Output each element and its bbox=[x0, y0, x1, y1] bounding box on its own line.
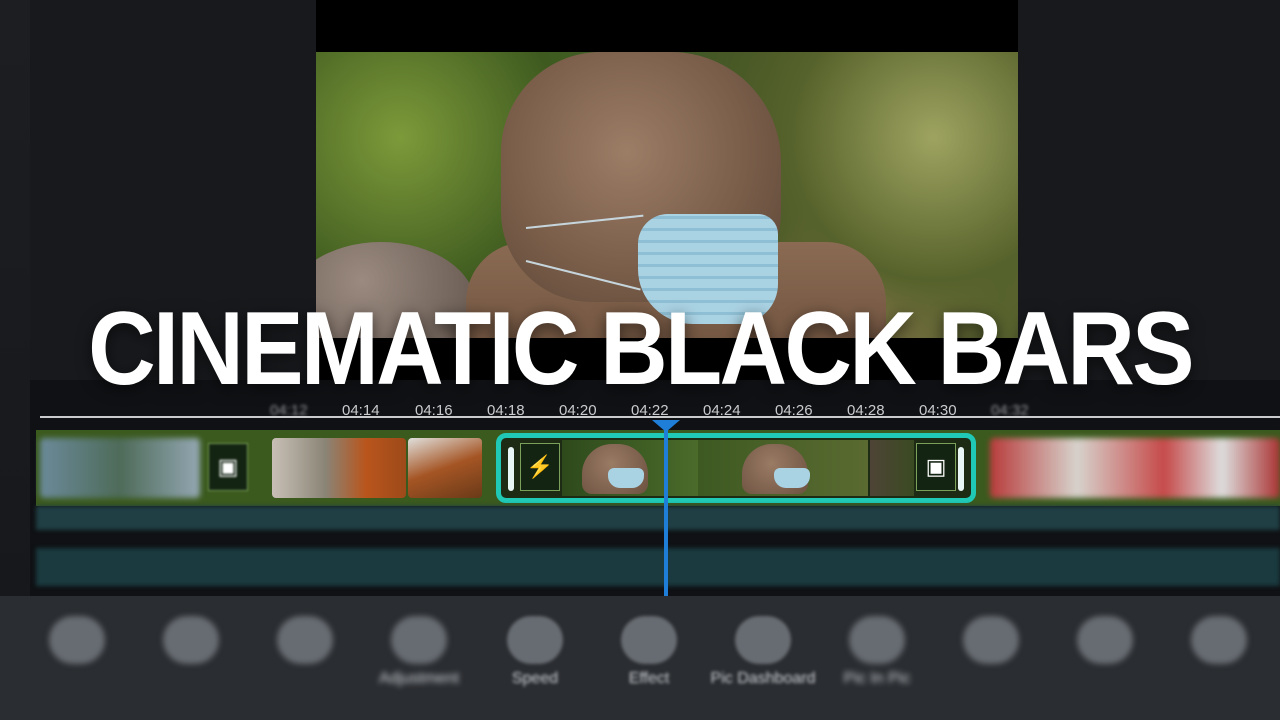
playhead[interactable] bbox=[664, 422, 668, 602]
adjust-icon bbox=[391, 616, 447, 664]
toolbar-item[interactable] bbox=[936, 616, 1046, 712]
toolbar-label: Pic In Pic bbox=[843, 670, 911, 687]
toolbar-item[interactable] bbox=[136, 616, 246, 712]
overlay-title: CINEMATIC BLACK BARS bbox=[88, 291, 1195, 407]
clip-thumbnail[interactable] bbox=[272, 438, 406, 498]
toolbar-item-pic-in-pic[interactable]: Pic In Pic bbox=[822, 616, 932, 712]
tool-icon bbox=[49, 616, 105, 664]
trim-handle-right[interactable] bbox=[958, 447, 964, 491]
clip-thumbnail[interactable] bbox=[408, 438, 482, 498]
toolbar-item-pic-dashboard[interactable]: Pic Dashboard bbox=[708, 616, 818, 712]
overlay-track[interactable] bbox=[36, 548, 1280, 586]
toolbar-item-effect[interactable]: Effect bbox=[594, 616, 704, 712]
tool-icon bbox=[963, 616, 1019, 664]
face-mask bbox=[774, 468, 810, 488]
toolbar-label: Effect bbox=[628, 670, 670, 687]
toolbar-label: Pic Dashboard bbox=[710, 670, 816, 687]
trim-handle-left[interactable] bbox=[508, 447, 514, 491]
video-editor-screen: CINEMATIC BLACK BARS 04:12 04:14 04:16 0… bbox=[0, 0, 1280, 720]
clip-thumbnail[interactable] bbox=[990, 438, 1280, 498]
transition-icon[interactable]: ▣ bbox=[208, 443, 248, 491]
tool-icon bbox=[1191, 616, 1247, 664]
toolbar-label: Adjustment bbox=[378, 670, 460, 687]
clip-thumbnail bbox=[698, 440, 868, 496]
playhead-marker[interactable] bbox=[652, 420, 680, 432]
audio-track[interactable] bbox=[36, 506, 1280, 530]
clip-thumbnail bbox=[562, 440, 698, 496]
pip-icon bbox=[849, 616, 905, 664]
speed-icon bbox=[507, 616, 563, 664]
toolbar-item-speed[interactable]: Speed bbox=[480, 616, 590, 712]
pic-icon bbox=[735, 616, 791, 664]
toolbar-item[interactable] bbox=[250, 616, 360, 712]
tool-icon bbox=[1077, 616, 1133, 664]
tool-icon bbox=[277, 616, 333, 664]
clip-thumbnail bbox=[870, 440, 914, 496]
toolbar-item[interactable] bbox=[1050, 616, 1160, 712]
toolbar-item[interactable] bbox=[1164, 616, 1274, 712]
toolbar-item-adjustment[interactable]: Adjustment bbox=[364, 616, 474, 712]
effect-icon bbox=[621, 616, 677, 664]
transition-icon[interactable]: ▣ bbox=[916, 443, 956, 491]
face-mask bbox=[608, 468, 644, 488]
clip-thumbnail[interactable] bbox=[40, 438, 200, 498]
toolbar-item[interactable] bbox=[22, 616, 132, 712]
transition-icon[interactable]: ⚡ bbox=[520, 443, 560, 491]
tool-icon bbox=[163, 616, 219, 664]
toolbar-label: Speed bbox=[511, 670, 559, 687]
